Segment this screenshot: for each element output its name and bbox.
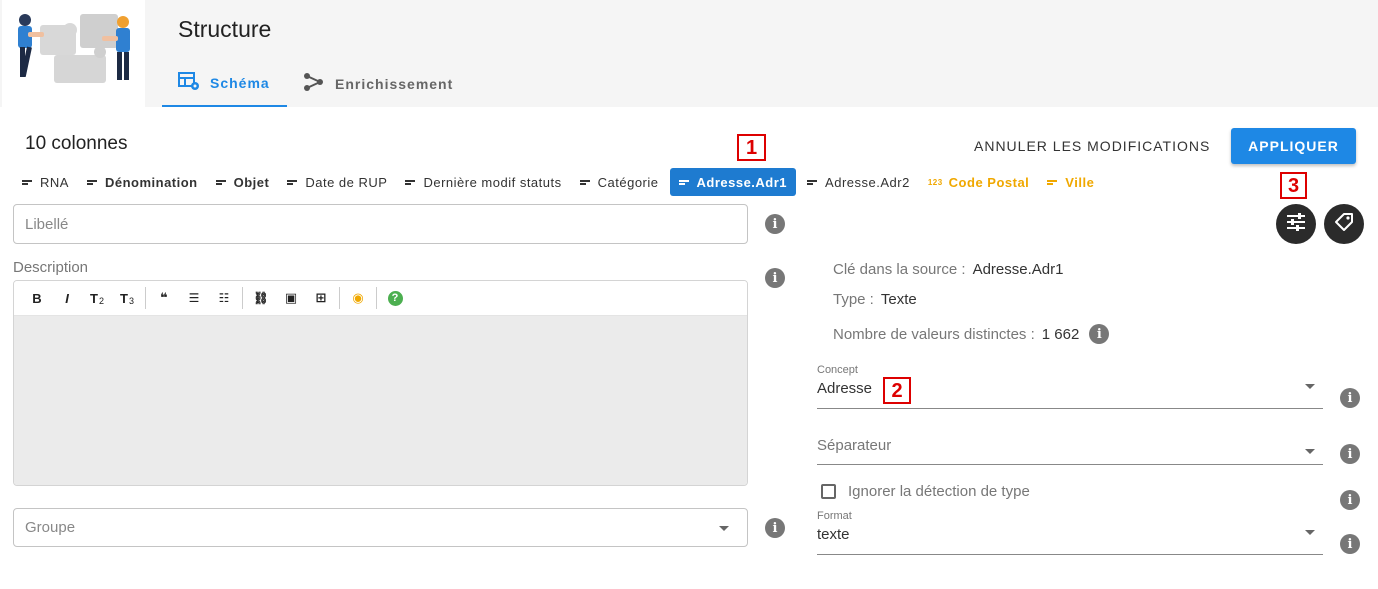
table-icon[interactable]: ⊞ [306,283,336,313]
type-row: Type : Texte [833,291,917,308]
text-lines-icon [1047,179,1058,186]
text-lines-icon [215,179,226,186]
separator-placeholder: Séparateur [817,437,892,454]
chevron-down-icon [719,525,729,531]
distinct-values-row: Nombre de valeurs distinctes : 1 662 i [833,324,1110,344]
page-header: Structure Schéma Enrichissement [0,0,1378,107]
description-editor: B I T2 T3 ❝ ☰ ☷ ⛓ ▣ ⊞ ◉ ? [13,280,748,486]
tab-enrichissement[interactable]: Enrichissement [303,60,453,107]
tab-schema[interactable]: Schéma [162,60,287,107]
puzzle-people-illustration [2,0,145,107]
toolbar-divider [376,287,377,309]
quote-icon[interactable]: ❝ [149,283,179,313]
help-icon[interactable]: ? [380,283,410,313]
annotation-marker-1: 1 [737,134,766,161]
link-icon[interactable]: ⛓ [246,283,276,313]
numbered-list-icon[interactable]: ☷ [209,283,239,313]
chevron-down-icon [1305,384,1315,389]
graph-nodes-icon [303,72,325,95]
toolbar-divider [242,287,243,309]
description-info-icon[interactable]: i [765,268,785,288]
groupe-select[interactable]: Groupe [13,508,748,547]
text-lines-icon [579,179,590,186]
tag-icon [1334,212,1354,237]
concept-value: Adresse [817,380,873,397]
image-icon[interactable]: ▣ [276,283,306,313]
toolbar-divider [145,287,146,309]
description-label: Description [13,259,89,276]
table-gear-icon [178,71,200,94]
source-key-value: Adresse.Adr1 [972,261,1064,278]
concept-select[interactable]: Concept Adresse [817,364,1323,409]
annotation-marker-3: 3 [1280,172,1307,199]
groupe-info-icon[interactable]: i [765,518,785,538]
text-lines-icon [86,179,97,186]
bold-icon[interactable]: B [22,283,52,313]
ignore-type-detection-checkbox[interactable]: Ignorer la détection de type [821,483,1030,500]
apply-button[interactable]: APPLIQUER [1231,128,1356,164]
column-chip-adresse-adr1[interactable]: Adresse.Adr1 [669,168,797,196]
column-chip-objet[interactable]: Objet [207,168,279,196]
distinct-info-icon[interactable]: i [1089,324,1110,344]
tab-enrichissement-label: Enrichissement [335,75,454,92]
format-info-icon[interactable]: i [1340,534,1360,554]
column-chip-adresse-adr2[interactable]: Adresse.Adr2 [798,168,919,196]
text-lines-icon [678,179,689,186]
format-value: texte [817,526,850,543]
text-lines-icon [807,179,818,186]
bullet-list-icon[interactable]: ☰ [179,283,209,313]
type-value: Texte [880,291,917,308]
separator-info-icon[interactable]: i [1340,444,1360,464]
column-chip-bar: RNA Dénomination Objet Date de RUP Derni… [13,168,1103,196]
checkbox-unchecked-icon[interactable] [821,484,836,499]
chevron-down-icon [1305,448,1315,454]
sliders-icon [1286,212,1306,236]
column-chip-code-postal[interactable]: 123 Code Postal [919,168,1038,196]
concept-label: Concept [817,364,858,376]
column-chip-categorie[interactable]: Catégorie [571,168,668,196]
heading-3-icon[interactable]: T3 [112,283,142,313]
editor-toolbar: B I T2 T3 ❝ ☰ ☷ ⛓ ▣ ⊞ ◉ ? [14,281,747,316]
preview-eye-icon[interactable]: ◉ [343,283,373,313]
distinct-values-value: 1 662 [1041,325,1080,343]
number-icon: 123 [927,177,943,187]
page-title: Structure [178,16,272,42]
cancel-changes-button[interactable]: ANNULER LES MODIFICATIONS [962,128,1222,164]
libelle-input[interactable] [13,204,748,244]
column-chip-denomination[interactable]: Dénomination [78,168,207,196]
column-chip-ville[interactable]: Ville [1038,168,1103,196]
italic-icon[interactable]: I [52,283,82,313]
settings-sliders-button[interactable] [1276,204,1316,244]
column-chip-rna[interactable]: RNA [13,168,78,196]
text-lines-icon [405,179,416,186]
text-lines-icon [22,179,32,186]
description-text-area[interactable] [14,316,747,485]
toolbar-divider [339,287,340,309]
chevron-down-icon [1305,530,1315,535]
ignore-info-icon[interactable]: i [1340,490,1360,510]
libelle-info-icon[interactable]: i [765,214,785,234]
groupe-placeholder: Groupe [25,519,76,536]
format-select[interactable]: Format texte [817,510,1323,555]
tag-button[interactable] [1324,204,1364,244]
text-lines-icon [287,179,298,186]
column-count: 10 colonnes [25,133,128,154]
column-chip-derniere-modif[interactable]: Dernière modif statuts [396,168,570,196]
ignore-type-detection-label: Ignorer la détection de type [848,483,1030,500]
format-label: Format [817,510,852,522]
concept-info-icon[interactable]: i [1340,388,1360,408]
heading-2-icon[interactable]: T2 [82,283,112,313]
separator-select[interactable]: Séparateur [817,437,1323,465]
source-key-row: Clé dans la source : Adresse.Adr1 [833,261,1064,278]
column-chip-date-rup[interactable]: Date de RUP [278,168,396,196]
tab-schema-label: Schéma [210,74,270,91]
